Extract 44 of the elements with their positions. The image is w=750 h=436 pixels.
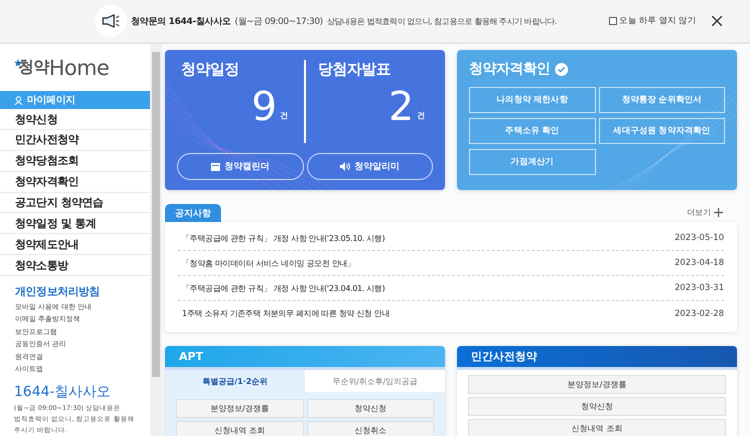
card-title: 청약자격확인 <box>469 60 550 78</box>
sidebar-menu-item[interactable]: 공고단지 청약연습 <box>0 192 150 214</box>
apt-menu-button[interactable]: 분양정보/경쟁률 <box>176 399 304 418</box>
megaphone-icon <box>102 14 120 28</box>
more-link[interactable]: 더보기 <box>687 207 723 222</box>
stat-unit: 건 <box>280 110 288 122</box>
check-icon <box>555 62 568 76</box>
notice-title[interactable]: 1주택 소유자 기존주택 처분의무 폐지에 따른 청약 신청 안내 <box>182 308 390 319</box>
inquiry-title: 청약문의 1644-칠사사오 <box>131 16 231 28</box>
privacy-policy-link[interactable]: 개인정보처리방침 <box>0 276 150 301</box>
panel-title: APT <box>165 346 445 370</box>
notice-title[interactable]: 「청약홈 마이데이터 서비스 네이밍 공모전 안내」 <box>182 258 355 268</box>
stat-title: 당첨자발표 <box>318 60 392 79</box>
calendar-icon <box>211 162 220 171</box>
notice-date: 2023-02-28 <box>674 308 724 318</box>
dont-show-today-checkbox[interactable]: 오늘 하루 열지 않기 <box>609 15 696 27</box>
speaker-icon <box>340 162 350 171</box>
card-pill-button[interactable]: 청약알리미 <box>306 153 433 180</box>
notice-title[interactable]: 「주택공급에 관한 규칙」 개정 사항 안내('23.04.01. 시행) <box>182 282 385 294</box>
sidebar-menu-item[interactable]: 청약자격확인 <box>0 172 150 193</box>
apt-menu-button[interactable]: 청약신청 <box>306 399 434 418</box>
notice-date: 2023-04-18 <box>674 258 724 268</box>
notice-title[interactable]: 「주택공급에 관한 규칙」 개정 사항 안내('23.05.10. 시행) <box>182 232 385 244</box>
private-menu-button[interactable]: 분양정보/경쟁률 <box>468 375 726 394</box>
inquiry-note: 상담내용은 법적효력이 없으니, 참고용으로 활용해 주시기 바랍니다. <box>326 16 557 26</box>
plus-icon <box>714 208 723 217</box>
apt-menu-button[interactable]: 신청취소 <box>306 421 434 436</box>
stat-title: 청약일정 <box>181 60 240 79</box>
phone-number: 1644-칠사사오 <box>13 382 112 402</box>
apt-menu-button[interactable]: 신청내역 조회 <box>176 421 304 436</box>
site-logo[interactable]: 청약Home <box>0 44 150 92</box>
stat-unit: 건 <box>417 110 425 122</box>
close-icon[interactable] <box>712 16 722 26</box>
private-menu-button[interactable]: 청약신청 <box>468 397 726 416</box>
notice-date: 2023-03-31 <box>674 283 724 293</box>
stat-count: 9 <box>252 85 277 129</box>
card-pill-button[interactable]: 청약캘린더 <box>177 153 304 180</box>
panel-title: 민간사전청약 <box>457 346 737 370</box>
inquiry-hours: (월~금 09:00~17:30) <box>234 16 323 28</box>
private-menu-button[interactable]: 신청내역 조회 <box>468 419 726 436</box>
notice-date: 2023-05-10 <box>674 233 724 243</box>
stat-count: 2 <box>388 85 414 129</box>
panel-tab[interactable]: 특별공급/1·2순위 <box>165 370 305 392</box>
person-icon <box>14 96 23 105</box>
